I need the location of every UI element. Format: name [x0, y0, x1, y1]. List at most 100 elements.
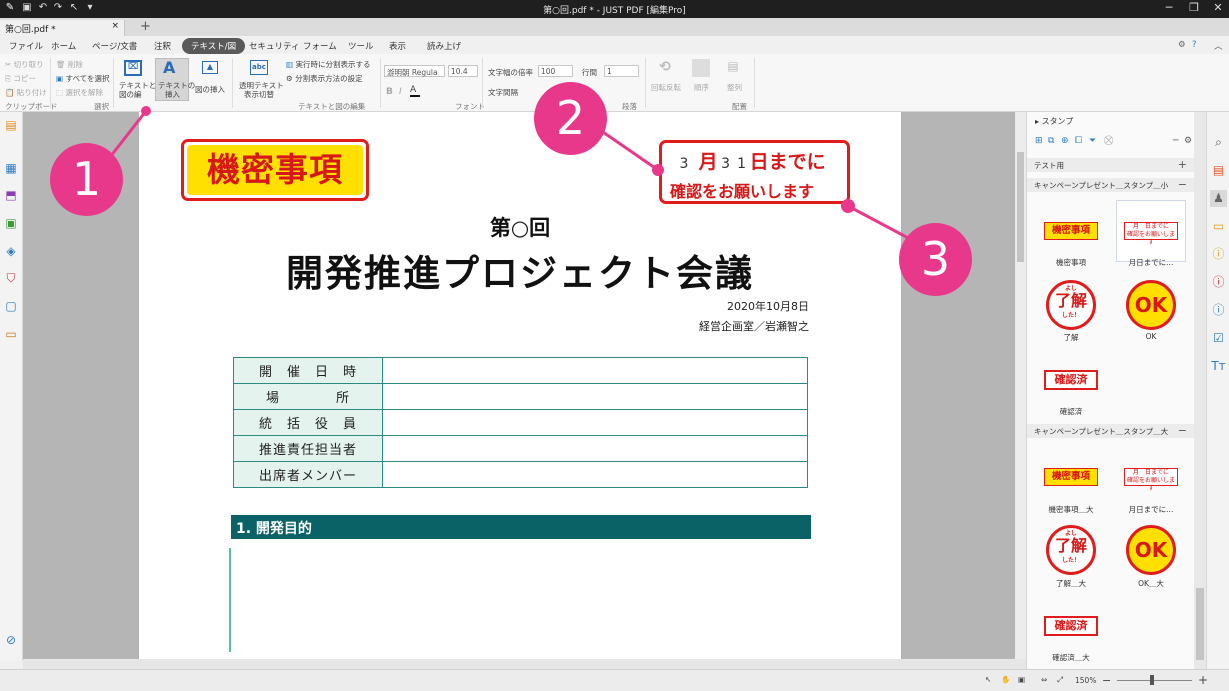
security-info-icon[interactable]: ⓘ [1210, 274, 1227, 291]
italic-button[interactable]: I [399, 87, 402, 97]
document-canvas[interactable]: 機密事項 3 月 3 1 日までに 確認をお願いします 第○回 開発推進プロジェクト会… [23, 112, 1015, 659]
page-info-icon[interactable]: ▣ [3, 215, 19, 231]
align-icon[interactable]: ▤ [726, 59, 740, 77]
text-figure-edit-icon[interactable]: ⌧ [124, 60, 142, 76]
security-icon[interactable]: ⛉ [3, 270, 19, 286]
cut-button[interactable]: ✂ 切り取り [5, 59, 44, 70]
fit-width-icon[interactable]: ⇔ [1041, 675, 1047, 684]
tab-form[interactable]: フォーム [303, 40, 337, 52]
settings-icon[interactable]: ⚙ [1178, 40, 1186, 50]
maximize-button[interactable]: ❐ [1187, 1, 1201, 15]
zoom-slider[interactable] [1117, 680, 1192, 681]
stamp-day-digit-1[interactable]: 3 [718, 156, 734, 172]
annotation-list-icon[interactable]: ▤ [3, 117, 19, 133]
font-size-select[interactable]: 10.4 [448, 65, 478, 77]
comment-info-icon[interactable]: ⓘ [1210, 246, 1227, 263]
attachment-icon[interactable]: ⊘ [3, 632, 19, 648]
stamp-settings-icon[interactable]: ⚙ [1184, 136, 1192, 146]
transparent-text-icon[interactable]: abc [250, 60, 268, 75]
stamp-day-digit-2[interactable]: 1 [734, 156, 750, 172]
bookmark-icon[interactable]: ⬒ [3, 187, 19, 203]
stamp-group-test[interactable]: テスト用 + [1027, 158, 1195, 172]
line-spacing-select[interactable]: 1 [604, 65, 639, 77]
table-value[interactable] [382, 461, 808, 488]
stamp-panel-scrollbar[interactable] [1194, 112, 1206, 669]
layers-icon[interactable]: ◈ [3, 243, 19, 259]
stamp-secret[interactable]: 機密事項 [181, 139, 369, 201]
horizontal-scrollbar[interactable] [23, 659, 1026, 669]
comment-icon[interactable]: ▭ [1210, 218, 1227, 235]
table-value[interactable] [382, 435, 808, 462]
vertical-scrollbar[interactable] [1015, 112, 1026, 659]
table-value[interactable] [382, 409, 808, 436]
table-value[interactable] [382, 383, 808, 410]
text-style-icon[interactable]: Tт [1210, 358, 1227, 375]
stamp-thumb-ok-large[interactable]: OK [1126, 525, 1176, 575]
char-width-select[interactable]: 100 [538, 65, 573, 77]
zoom-slider-handle[interactable] [1150, 675, 1154, 685]
insert-figure-label[interactable]: 図の挿入 [195, 84, 225, 95]
font-name-select[interactable]: 游明朝 Regula [384, 65, 445, 77]
stamp-group-large[interactable]: キャンペーンプレゼント＿スタンプ＿大 − [1027, 424, 1195, 438]
minimize-button[interactable]: ─ [1162, 1, 1176, 15]
page-view-icon[interactable]: ▣ [1018, 675, 1025, 684]
zoom-level[interactable]: 150% [1075, 676, 1096, 685]
tab-view[interactable]: 表示 [389, 40, 406, 52]
paste-button[interactable]: 📋 貼り付け [5, 87, 47, 98]
annotation-icon[interactable]: ▤ [1210, 162, 1227, 179]
scrollbar-thumb[interactable] [1017, 152, 1024, 262]
help-icon[interactable]: ? [1192, 40, 1197, 50]
close-tab-icon[interactable]: × [111, 21, 119, 31]
checklist-icon[interactable]: ☑ [1210, 330, 1227, 347]
tab-home[interactable]: ホーム [51, 40, 76, 52]
clear-filter-icon[interactable]: ⛒ [1104, 136, 1113, 146]
select-all-button[interactable]: ▣ すべてを選択 [56, 73, 110, 84]
tab-security[interactable]: セキュリティ [249, 40, 300, 52]
new-tab-button[interactable]: + [140, 19, 151, 34]
font-color-button[interactable]: A [410, 85, 420, 97]
stamp-thumb-ryoukai-large[interactable]: よし 了解 した！ [1046, 525, 1096, 575]
zoom-out-button[interactable]: − [1102, 674, 1111, 687]
fit-page-icon[interactable]: ⤢ [1057, 675, 1063, 685]
hand-tool-icon[interactable]: ✋ [1001, 675, 1010, 684]
deselect-button[interactable]: ⬚ 選択を解除 [56, 87, 103, 98]
rotate-flip-icon[interactable]: ⟲ [655, 59, 675, 77]
tab-file[interactable]: ファイル [9, 40, 43, 52]
tab-page-document[interactable]: ページ/文書 [92, 40, 137, 52]
delete-button[interactable]: 🗑 削除 [56, 59, 83, 70]
stamp-thumb-confirmed[interactable]: 確認済 [1044, 370, 1098, 390]
document-tab[interactable]: 第○回.pdf * × [0, 20, 125, 36]
search-icon[interactable]: ⌕ [1210, 134, 1227, 151]
filter-icon[interactable]: ⏷ [1089, 136, 1096, 146]
split-settings-button[interactable]: ⚙ 分割表示方法の設定 [286, 73, 363, 84]
stamp-list-icon[interactable]: ▭ [3, 326, 19, 342]
stamp-month-number[interactable]: 3 [676, 156, 692, 172]
stamp-deadline[interactable]: 3 月 3 1 日までに 確認をお願いします [659, 140, 850, 204]
add-stamp-icon[interactable]: ⊕ [1061, 136, 1069, 146]
collapse-icon[interactable]: − [1178, 424, 1187, 437]
tab-read-aloud[interactable]: 読み上げ [427, 40, 461, 52]
tab-annotation[interactable]: 注釈 [154, 40, 171, 52]
stamp-thumb-secret-large[interactable]: 機密事項 [1044, 468, 1098, 486]
collapse-ribbon-icon[interactable]: ︿ [1214, 40, 1223, 52]
stamp-thumb-confirmed-large[interactable]: 確認済 [1044, 616, 1098, 636]
stamp-icon[interactable]: ♟ [1210, 190, 1227, 207]
copy-button[interactable]: ⎘ コピー [5, 73, 36, 84]
edit-stamp-icon[interactable]: ⧠ [1075, 136, 1082, 146]
stamp-thumb-deadline-large[interactable]: 月 日までに 確認をお願いします [1124, 468, 1178, 492]
new-stamp-icon[interactable]: ⊞ [1035, 136, 1043, 146]
insert-figure-icon[interactable]: ▲ [202, 61, 218, 74]
order-icon[interactable] [692, 59, 710, 77]
zoom-in-button[interactable]: + [1198, 673, 1208, 687]
scrollbar-thumb[interactable] [1196, 588, 1204, 660]
split-display-checkbox[interactable]: ▥ 実行時に分割表示する [286, 59, 370, 70]
text-frame-icon[interactable]: ▢ [3, 298, 19, 314]
select-mode-icon[interactable]: ↖ [985, 675, 991, 684]
stamp-group-small[interactable]: キャンペーンプレゼント＿スタンプ＿小 − [1027, 178, 1195, 192]
table-value[interactable] [382, 357, 808, 384]
thumbnails-icon[interactable]: ▦ [3, 160, 19, 176]
tab-text-figure[interactable]: テキスト/図 [182, 38, 246, 54]
collapse-icon[interactable]: − [1178, 178, 1187, 191]
stamp-thumb-deadline[interactable]: 月 日までに 確認をお願いします [1124, 222, 1178, 246]
copy-stamp-icon[interactable]: ⧉ [1048, 136, 1054, 146]
